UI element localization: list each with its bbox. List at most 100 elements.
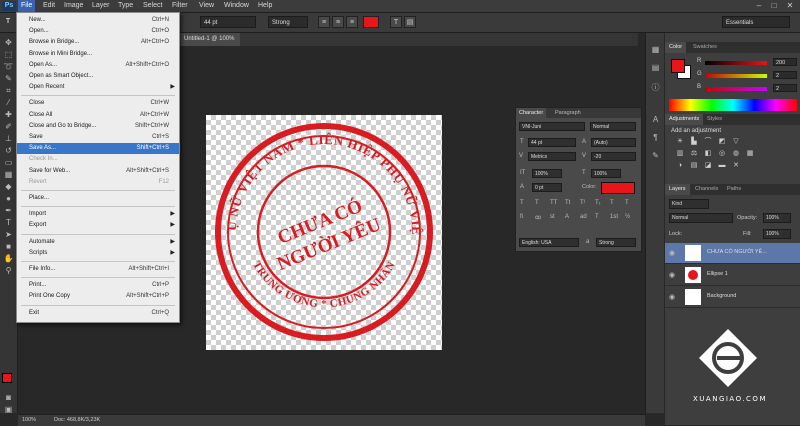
tracking-field[interactable]: -20 xyxy=(591,152,636,161)
gradient-tool-icon[interactable]: ▦ xyxy=(3,170,14,179)
properties-panel-icon[interactable]: ▤ xyxy=(650,63,661,72)
move-tool-icon[interactable]: ✥ xyxy=(3,38,14,47)
minimize-icon[interactable]: – xyxy=(752,1,766,11)
visibility-eye-icon[interactable]: ◉ xyxy=(669,293,675,301)
file-menu-item[interactable]: Import ▶ xyxy=(17,209,179,220)
brush-tool-icon[interactable]: ✐ xyxy=(3,122,14,131)
foreground-color-swatch[interactable] xyxy=(2,373,12,383)
dodge-tool-icon[interactable]: ● xyxy=(3,194,14,203)
color-balance-icon[interactable]: ⚖ xyxy=(689,150,699,158)
align-right-icon[interactable]: ≡ xyxy=(346,16,358,28)
file-menu-item[interactable]: Place... xyxy=(17,193,179,204)
tab-character[interactable]: Character xyxy=(516,108,547,118)
visibility-eye-icon[interactable]: ◉ xyxy=(669,249,675,257)
tab-color[interactable]: Color xyxy=(665,42,687,53)
brightness-icon[interactable]: ☀ xyxy=(675,138,685,146)
type-style-button[interactable]: 1st xyxy=(610,214,618,220)
type-style-button[interactable]: fi xyxy=(520,214,523,220)
file-menu-item[interactable]: Close and Go to Bridge... Shift+Ctrl+W xyxy=(17,121,179,132)
antialias-select[interactable]: Strong xyxy=(268,16,308,28)
tab-paths[interactable]: Paths xyxy=(723,184,745,195)
align-left-icon[interactable]: ≡ xyxy=(318,16,330,28)
zoom-tool-icon[interactable]: ⚲ xyxy=(3,266,14,275)
history-brush-tool-icon[interactable]: ↺ xyxy=(3,146,14,155)
black-white-icon[interactable]: ◧ xyxy=(703,150,713,158)
character-panel-icon[interactable]: A xyxy=(650,115,661,124)
type-style-button[interactable]: TT xyxy=(550,200,557,206)
clone-stamp-tool-icon[interactable]: ⊥ xyxy=(3,134,14,143)
menu-view[interactable]: View xyxy=(196,0,217,12)
file-menu-item[interactable]: Close Ctrl+W xyxy=(17,98,179,109)
type-style-button[interactable]: T¹ xyxy=(580,200,586,206)
history-panel-icon[interactable]: ▦ xyxy=(650,45,661,54)
language-select[interactable]: English: USA xyxy=(519,238,579,247)
menu-edit[interactable]: Edit xyxy=(40,0,58,12)
paragraph-panel-icon[interactable]: ¶ xyxy=(650,133,661,142)
text-color-swatch[interactable] xyxy=(363,16,379,28)
menu-select[interactable]: Select xyxy=(140,0,165,12)
file-menu-item[interactable]: Automate ▶ xyxy=(17,237,179,248)
blue-value[interactable]: 2 xyxy=(773,84,797,92)
document-tab[interactable]: Untitled-1 @ 100% xyxy=(178,33,241,46)
workspace-select[interactable]: Essentials xyxy=(722,16,790,28)
posterize-icon[interactable]: ▤ xyxy=(689,162,699,170)
font-style-select[interactable]: Normal xyxy=(590,122,636,131)
layer-row[interactable]: ◉ Ellipse 1 xyxy=(665,265,800,286)
crop-tool-icon[interactable]: ⌗ xyxy=(3,86,14,95)
type-style-button[interactable]: A xyxy=(565,214,569,220)
tab-paragraph[interactable]: Paragraph xyxy=(552,108,584,118)
shape-tool-icon[interactable]: ■ xyxy=(3,242,14,251)
tab-channels[interactable]: Channels xyxy=(691,184,722,195)
zoom-level[interactable]: 100% xyxy=(22,415,36,425)
photo-filter-icon[interactable]: ◎ xyxy=(717,150,727,158)
file-menu-item[interactable]: Open As... Alt+Shift+Ctrl+O xyxy=(17,60,179,71)
lasso-tool-icon[interactable]: ➰ xyxy=(3,62,14,71)
selective-color-icon[interactable]: ✕ xyxy=(731,162,741,170)
hand-tool-icon[interactable]: ✋ xyxy=(3,254,14,263)
file-menu-item[interactable]: Browse in Bridge... Alt+Ctrl+O xyxy=(17,37,179,48)
menu-type[interactable]: Type xyxy=(115,0,136,12)
type-style-button[interactable]: T₁ xyxy=(595,200,601,206)
eraser-tool-icon[interactable]: ▭ xyxy=(3,158,14,167)
align-center-icon[interactable]: ≡ xyxy=(332,16,344,28)
path-select-tool-icon[interactable]: ➤ xyxy=(3,230,14,239)
gradient-map-icon[interactable]: ▬ xyxy=(717,162,727,170)
blur-tool-icon[interactable]: ◆ xyxy=(3,182,14,191)
file-menu-item[interactable]: Scripts ▶ xyxy=(17,248,179,259)
layer-filter-kind[interactable]: Kind xyxy=(669,199,709,209)
red-value[interactable]: 200 xyxy=(773,58,797,66)
vibrance-icon[interactable]: ▽ xyxy=(731,138,741,146)
foreground-swatch[interactable] xyxy=(671,59,685,73)
text-color-swatch[interactable] xyxy=(601,182,635,194)
file-menu-item[interactable]: Save for Web... Alt+Shift+Ctrl+S xyxy=(17,166,179,177)
invert-icon[interactable]: ◑ xyxy=(675,162,685,170)
quick-mask-icon[interactable]: ◙ xyxy=(3,393,14,402)
font-size-field[interactable]: 44 pt xyxy=(200,16,256,28)
baseline-shift-field[interactable]: 0 pt xyxy=(532,183,562,192)
menu-layer[interactable]: Layer xyxy=(89,0,113,12)
file-menu-item[interactable]: File Info... Alt+Shift+Ctrl+I xyxy=(17,264,179,275)
file-menu-item[interactable]: New... Ctrl+N xyxy=(17,15,179,26)
toggle-panels-icon[interactable]: ▤ xyxy=(404,16,416,28)
menu-image[interactable]: Image xyxy=(61,0,86,12)
info-panel-icon[interactable]: ⓘ xyxy=(650,83,661,92)
file-menu-item[interactable]: Close All Alt+Ctrl+W xyxy=(17,110,179,121)
type-tool-icon[interactable]: T xyxy=(2,16,14,28)
menu-help[interactable]: Help xyxy=(255,0,275,12)
exposure-icon[interactable]: ◩ xyxy=(717,138,727,146)
warp-text-icon[interactable]: T xyxy=(390,16,402,28)
tab-swatches[interactable]: Swatches xyxy=(689,42,721,53)
menu-file[interactable]: File xyxy=(18,0,36,12)
file-menu-item[interactable]: Save Ctrl+S xyxy=(17,132,179,143)
levels-icon[interactable]: ▙ xyxy=(689,138,699,146)
red-slider[interactable] xyxy=(705,61,767,65)
type-style-button[interactable]: ½ xyxy=(625,214,630,220)
type-style-button[interactable]: T xyxy=(595,214,599,220)
fill-field[interactable]: 100% xyxy=(763,229,791,239)
file-menu-item[interactable]: Open as Smart Object... xyxy=(17,71,179,82)
close-icon[interactable]: ✕ xyxy=(783,1,797,11)
type-style-button[interactable]: st xyxy=(550,214,555,220)
visibility-eye-icon[interactable]: ◉ xyxy=(669,271,675,279)
blue-slider[interactable] xyxy=(705,87,767,91)
type-style-button[interactable]: T xyxy=(610,200,614,206)
